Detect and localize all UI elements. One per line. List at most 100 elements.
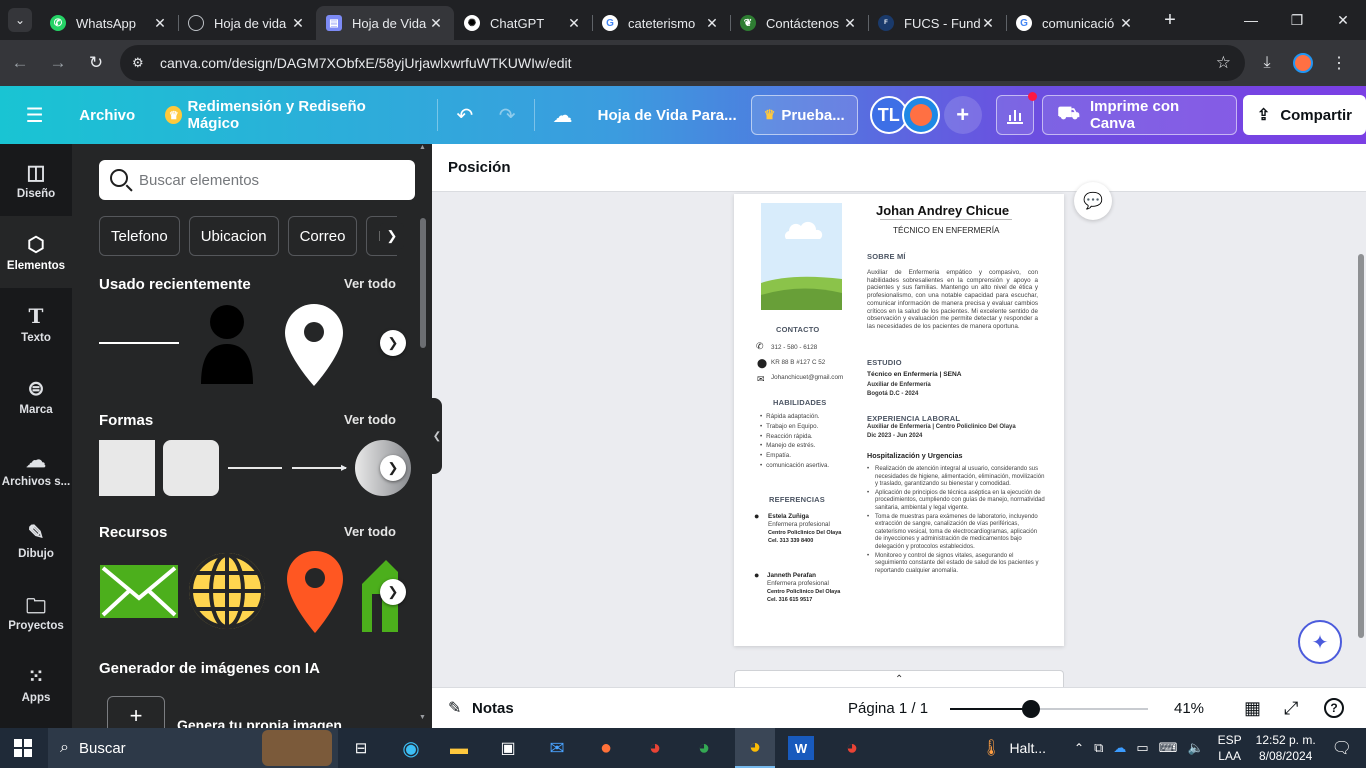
weather-text[interactable]: Halt...	[1009, 740, 1046, 756]
magic-assistant-icon[interactable]: ✦	[1298, 620, 1342, 664]
square-shape[interactable]	[99, 440, 155, 496]
address-bar[interactable]: ⚙ canva.com/design/DAGM7XObfxE/58yjUrjaw…	[120, 45, 1245, 81]
mail-icon[interactable]: ✉	[542, 734, 572, 762]
chip-correo[interactable]: Correo	[287, 216, 358, 256]
person-silhouette-element[interactable]	[199, 304, 255, 384]
share-button[interactable]: ⇪ Compartir	[1242, 95, 1366, 135]
chevron-up-icon[interactable]: ⌃	[895, 674, 903, 685]
scroll-up-icon[interactable]: ▲	[419, 144, 426, 151]
workspace-scrollbar[interactable]	[1358, 254, 1364, 638]
taskbar-search[interactable]: ⌕ Buscar	[48, 728, 338, 768]
document-title[interactable]: Hoja de Vida Para...	[584, 107, 739, 124]
notifications-icon[interactable]: 🗨	[1332, 738, 1352, 758]
tab-hoja-de-vida-1[interactable]: Hoja de vida ✕	[178, 6, 316, 40]
zoom-slider-handle[interactable]	[1022, 700, 1041, 718]
tab-comunicacion[interactable]: G comunicació ✕	[1006, 6, 1144, 40]
tab-whatsapp[interactable]: ✆ WhatsApp ✕	[40, 6, 178, 40]
chevron-right-icon[interactable]: ❯	[380, 455, 406, 481]
chip-telefono[interactable]: Telefono	[99, 216, 180, 256]
help-icon[interactable]: ?	[1324, 698, 1344, 718]
page-indicator[interactable]: Página 1 / 1	[848, 700, 928, 717]
meet-now-icon[interactable]: ⧉	[1094, 740, 1103, 756]
back-arrow-icon[interactable]: ←	[2, 45, 38, 81]
chevron-right-icon[interactable]: ❯	[380, 330, 406, 356]
language-indicator[interactable]: ESP LAA	[1218, 732, 1242, 764]
line-shape[interactable]	[228, 467, 282, 469]
rail-item-draw[interactable]: ✎ Dibujo	[0, 504, 72, 576]
rail-item-elements[interactable]: ⬡ Elementos	[0, 216, 72, 288]
file-explorer-icon[interactable]: ▬	[444, 734, 474, 762]
envelope-graphic[interactable]	[99, 564, 179, 619]
grid-view-icon[interactable]: ▦	[1244, 698, 1261, 719]
see-all-link[interactable]: Ver todo	[344, 524, 396, 541]
see-all-link[interactable]: Ver todo	[344, 412, 396, 429]
close-icon[interactable]: ✕	[428, 15, 444, 32]
add-collaborator-plus-icon[interactable]: +	[943, 96, 982, 134]
windows-start-icon[interactable]	[14, 739, 32, 757]
chevron-up-icon[interactable]: ⌃	[1074, 741, 1084, 755]
tab-chatgpt[interactable]: ✺ ChatGPT ✕	[454, 6, 592, 40]
chrome-icon-2[interactable]: ◕	[837, 734, 867, 762]
panel-scrollbar[interactable]: ▲ ▼	[418, 144, 428, 728]
tab-cateterismo[interactable]: G cateterismo ✕	[592, 6, 730, 40]
chrome-active-icon[interactable]: ◕	[735, 728, 775, 768]
rail-item-brand[interactable]: ⊜ Marca	[0, 360, 72, 432]
search-elements-input[interactable]: Buscar elementos	[99, 160, 415, 200]
reload-icon[interactable]: ↻	[78, 45, 114, 81]
tab-fucs[interactable]: F FUCS - Fund ✕	[868, 6, 1006, 40]
forward-arrow-icon[interactable]: →	[40, 45, 76, 81]
rail-item-uploads[interactable]: ☁ Archivos s...	[0, 432, 72, 504]
comment-add-icon[interactable]: 💬	[1074, 182, 1112, 220]
chrome-profile-icon[interactable]: ◕	[689, 734, 719, 762]
close-window-icon[interactable]: ✕	[1320, 0, 1366, 40]
see-all-link[interactable]: Ver todo	[344, 276, 396, 293]
site-settings-icon[interactable]: ⚙	[132, 55, 154, 71]
store-icon[interactable]: ▣	[493, 734, 523, 762]
download-icon[interactable]: ⤓	[1252, 45, 1282, 81]
chrome-icon[interactable]: ◕	[640, 734, 670, 762]
clock[interactable]: 12:52 p. m. 8/08/2024	[1256, 732, 1316, 764]
tab-contactenos[interactable]: ❦ Contáctenos ✕	[730, 6, 868, 40]
bookmark-star-icon[interactable]: ☆	[1216, 53, 1231, 73]
onedrive-icon[interactable]: ☁	[1113, 740, 1126, 756]
position-button[interactable]: Posición	[448, 159, 511, 176]
firefox-icon[interactable]: ●	[591, 734, 621, 762]
insights-chart-icon[interactable]	[995, 92, 1038, 135]
recent-line-element[interactable]	[99, 342, 179, 344]
restore-icon[interactable]: ❐	[1274, 0, 1320, 40]
rail-item-text[interactable]: T Texto	[0, 288, 72, 360]
chip-ubicacion[interactable]: Ubicacion	[188, 216, 279, 256]
avatar-photo[interactable]	[901, 96, 940, 134]
extension-avatar-icon[interactable]	[1288, 45, 1318, 81]
resume-page[interactable]: Johan Andrey Chicue TÉCNICO EN ENFERMERÍ…	[734, 194, 1064, 646]
zoom-level[interactable]: 41%	[1174, 700, 1204, 717]
globe-graphic[interactable]	[187, 551, 267, 631]
scroll-thumb[interactable]	[420, 218, 426, 348]
tab-hoja-de-vida-canva[interactable]: ▤ Hoja de Vida ✕	[316, 6, 454, 40]
magic-resize-button[interactable]: ♛ Redimensión y Rediseño Mágico	[155, 95, 423, 135]
hamburger-menu-icon[interactable]: ☰	[0, 103, 69, 128]
chevron-right-icon[interactable]: ❯	[380, 223, 404, 249]
generate-image-card[interactable]: +	[107, 696, 165, 728]
orange-pin-graphic[interactable]	[287, 551, 343, 633]
word-icon[interactable]: W	[788, 736, 814, 760]
undo-icon[interactable]: ↶	[444, 95, 486, 135]
rail-item-apps[interactable]: ⁙ Apps	[0, 648, 72, 720]
task-view-icon[interactable]: ⊟	[346, 734, 376, 762]
rail-item-design[interactable]: ◫ Diseño	[0, 144, 72, 216]
cloud-saved-icon[interactable]: ☁	[541, 95, 583, 135]
scroll-down-icon[interactable]: ▼	[419, 714, 426, 721]
photo-placeholder[interactable]	[761, 203, 842, 310]
rail-item-projects[interactable]: 🗀 Proyectos	[0, 576, 72, 648]
rounded-square-shape[interactable]	[163, 440, 219, 496]
edge-icon[interactable]: ◉	[396, 734, 426, 762]
tab-search-chevron-icon[interactable]: ⌄	[8, 8, 32, 32]
close-icon[interactable]: ✕	[704, 15, 720, 32]
volume-icon[interactable]: 🔈	[1187, 740, 1203, 756]
close-icon[interactable]: ✕	[566, 15, 582, 32]
chevron-right-icon[interactable]: ❯	[380, 579, 406, 605]
battery-icon[interactable]: ▭	[1136, 740, 1148, 756]
close-icon[interactable]: ✕	[290, 15, 306, 32]
close-icon[interactable]: ✕	[980, 15, 996, 32]
new-tab-plus-icon[interactable]: +	[1158, 9, 1182, 32]
